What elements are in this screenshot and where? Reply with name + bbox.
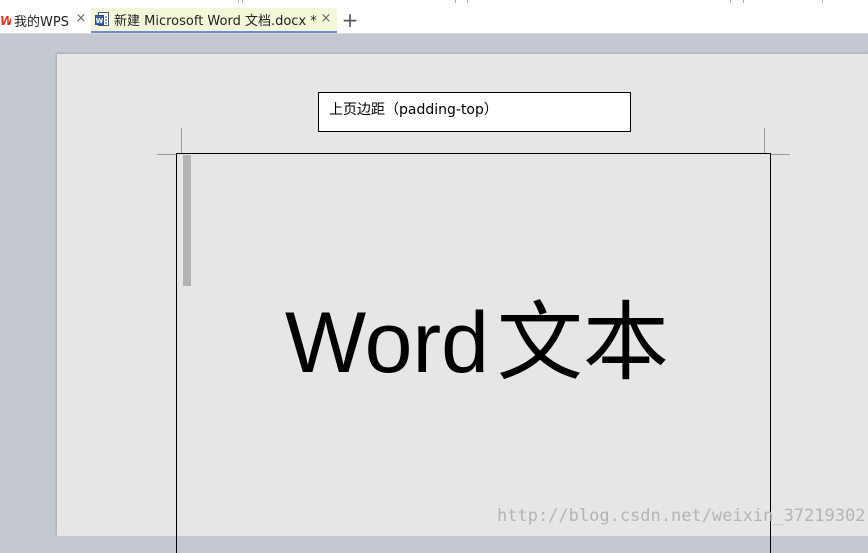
document-page[interactable]: 上页边距（padding-top） Word文本 — [57, 54, 868, 553]
title-bar-edge — [0, 0, 868, 3]
tab-document-label: 新建 Microsoft Word 文档.docx * — [114, 14, 317, 29]
crop-mark-top-left-vertical — [181, 128, 182, 153]
tab-my-wps-label: 我的WPS — [14, 15, 69, 30]
document-workspace[interactable]: 上页边距（padding-top） Word文本 http://blog.csd… — [0, 34, 868, 553]
watermark: http://blog.csdn.net/weixin_37219302 — [497, 506, 866, 526]
crop-mark-top-left-horizontal — [157, 154, 177, 155]
top-margin-callout: 上页边距（padding-top） — [318, 92, 631, 132]
document-body-text[interactable]: Word文本 — [285, 288, 669, 398]
tab-bar: W 我的WPS × W 新建 Microsoft Word 文档.docx * … — [0, 0, 868, 34]
crop-mark-top-right-vertical — [764, 128, 765, 153]
body-text-latin: Word — [285, 295, 489, 391]
word-document-icon: W — [95, 11, 109, 26]
svg-text:W: W — [96, 17, 104, 25]
close-icon[interactable]: × — [74, 12, 88, 26]
body-text-cjk: 文本 — [496, 293, 669, 393]
tab-document[interactable]: W 新建 Microsoft Word 文档.docx * × — [91, 8, 337, 33]
new-tab-plus-icon[interactable]: + — [341, 10, 359, 30]
text-cursor — [183, 155, 191, 286]
close-icon[interactable]: × — [319, 12, 333, 26]
wps-logo-icon: W — [0, 14, 11, 28]
tab-my-wps[interactable]: W 我的WPS × — [0, 8, 90, 33]
crop-mark-top-right-horizontal — [770, 154, 790, 155]
